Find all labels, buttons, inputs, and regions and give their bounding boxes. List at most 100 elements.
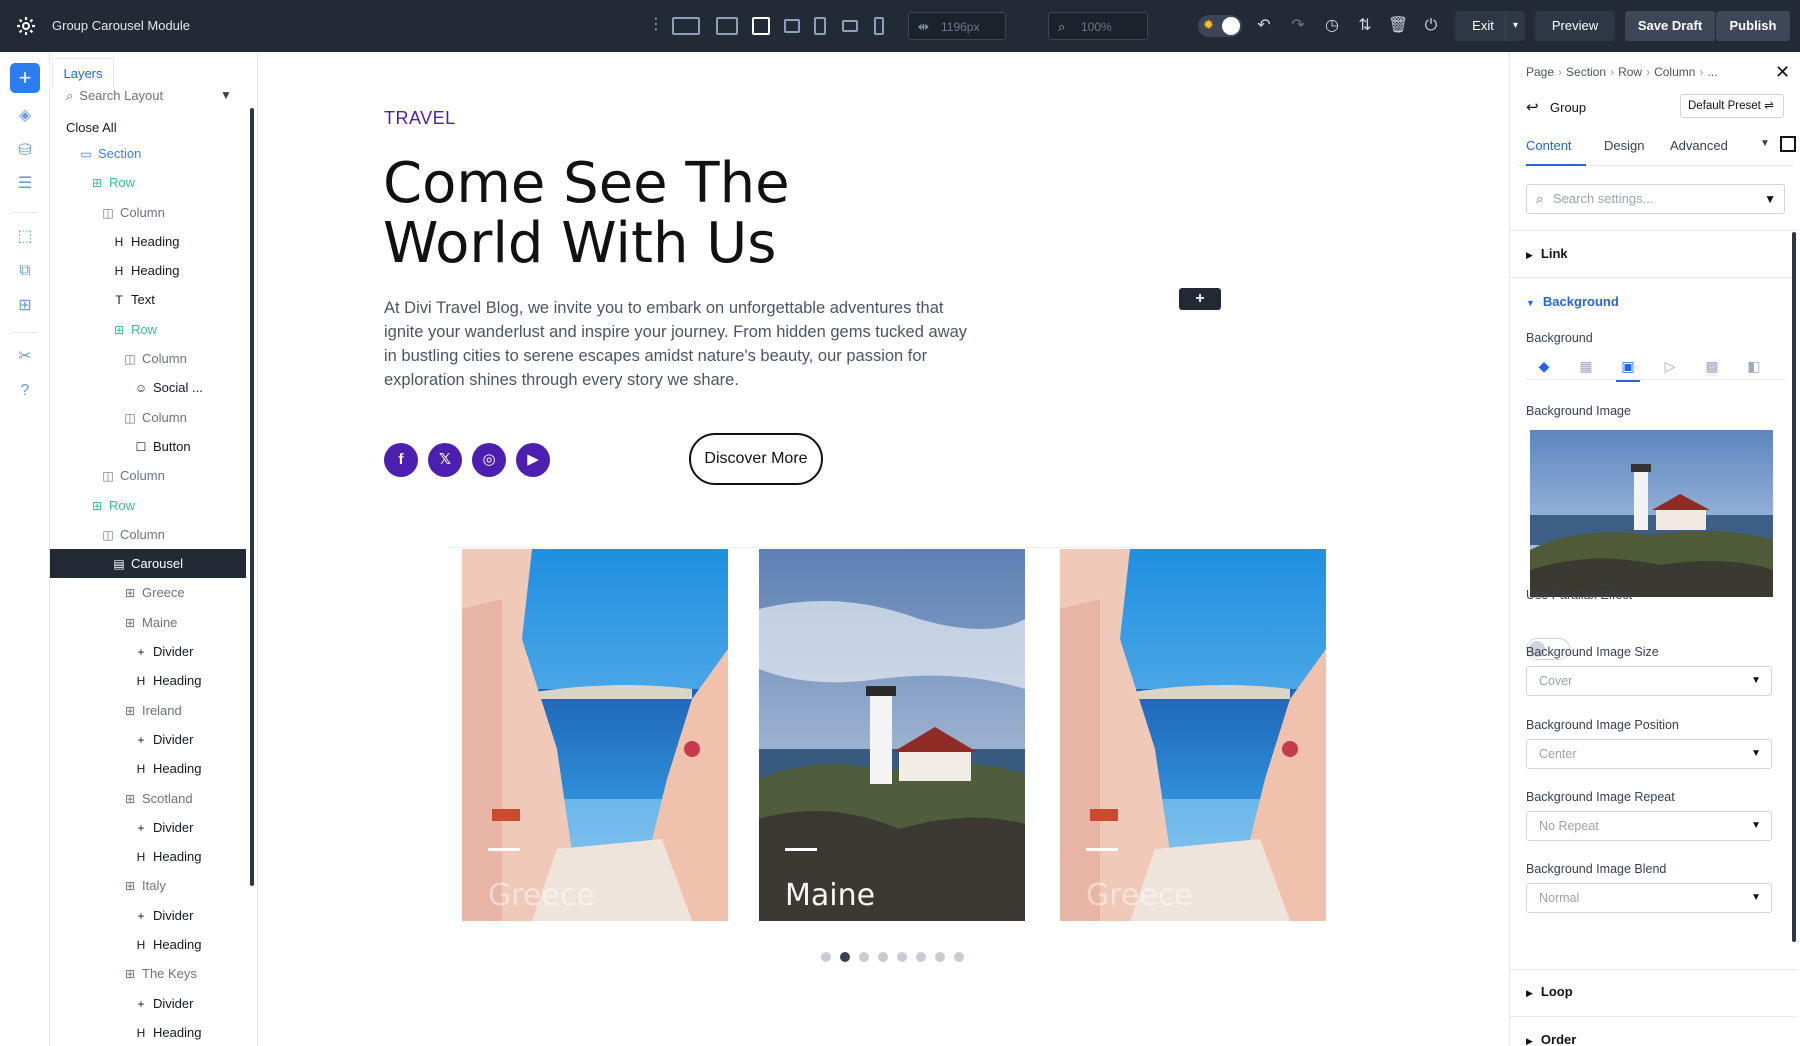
- back-arrow-icon[interactable]: ↩: [1526, 98, 1539, 116]
- exit-button[interactable]: Exit: [1455, 11, 1511, 41]
- mask-icon[interactable]: ◧: [1742, 358, 1766, 376]
- pagination-dot[interactable]: [935, 952, 945, 962]
- layer-item-item[interactable]: ⊞Ireland: [50, 696, 246, 725]
- layer-item-module-divider[interactable]: +Divider: [50, 989, 246, 1018]
- publish-button[interactable]: Publish: [1716, 11, 1790, 41]
- desktop-wide-view-icon[interactable]: [672, 17, 700, 35]
- layer-item-module-heading[interactable]: HHeading: [50, 666, 246, 695]
- preset-dropdown[interactable]: Default Preset ⇌: [1680, 94, 1784, 118]
- tab-advanced[interactable]: Advanced: [1670, 136, 1728, 166]
- expand-panel-icon[interactable]: [1780, 136, 1796, 152]
- phone-portrait-view-icon[interactable]: [874, 17, 884, 35]
- layer-item-item[interactable]: ⊞The Keys: [50, 959, 246, 988]
- power-icon[interactable]: ⏻: [1421, 16, 1441, 36]
- pagination-dot[interactable]: [916, 952, 926, 962]
- layer-item-item[interactable]: ⊞Maine: [50, 608, 246, 637]
- light-dark-toggle[interactable]: ✹: [1198, 15, 1242, 37]
- discover-more-button[interactable]: Discover More: [689, 433, 823, 485]
- intro-text[interactable]: At Divi Travel Blog, we invite you to em…: [384, 296, 974, 392]
- layer-item-row[interactable]: ⊞Row: [50, 168, 246, 197]
- layer-item-section[interactable]: ▭Section: [50, 139, 246, 168]
- layer-item-module-divider[interactable]: +Divider: [50, 813, 246, 842]
- add-module-button[interactable]: +: [1179, 288, 1221, 310]
- breadcrumb-item[interactable]: ...: [1707, 65, 1717, 79]
- undo-icon[interactable]: ↶: [1254, 16, 1274, 36]
- layers-search-input[interactable]: ⌕Search Layout: [66, 88, 163, 104]
- instagram-icon[interactable]: ◎: [472, 443, 506, 477]
- settings-search-input[interactable]: ⌕ Search settings... ▼: [1526, 184, 1785, 214]
- layer-item-module-heading[interactable]: HHeading: [50, 227, 246, 256]
- help-icon[interactable]: ?: [13, 380, 37, 402]
- filter-icon[interactable]: ▼: [1764, 185, 1776, 213]
- paint-bucket-icon[interactable]: ◆: [1532, 358, 1556, 376]
- video-icon[interactable]: ▷: [1658, 358, 1682, 376]
- loop-accordion[interactable]: ▶Loop: [1526, 984, 1573, 999]
- layer-item-item[interactable]: ⊞Scotland: [50, 784, 246, 813]
- tab-content[interactable]: Content: [1526, 136, 1586, 166]
- image-repeat-select[interactable]: No Repeat▼: [1526, 811, 1772, 841]
- more-options-icon[interactable]: ⋮: [648, 16, 664, 34]
- tablet-landscape-view-icon[interactable]: [784, 19, 800, 33]
- layer-item-row[interactable]: ⊞Row: [50, 491, 246, 520]
- tools-icon[interactable]: ✂: [13, 346, 37, 368]
- x-icon[interactable]: 𝕏: [428, 443, 462, 477]
- layer-item-item[interactable]: ⊞Italy: [50, 871, 246, 900]
- add-element-button[interactable]: +: [10, 63, 40, 93]
- find-replace-icon[interactable]: ⊞: [13, 295, 37, 317]
- filter-icon[interactable]: ▼: [220, 88, 232, 102]
- hero-heading[interactable]: Come See The World With Us: [383, 154, 903, 274]
- exit-dropdown-caret-icon[interactable]: ▾: [1505, 11, 1525, 41]
- gradient-icon[interactable]: ▦: [1574, 358, 1598, 376]
- pattern-icon[interactable]: ▩: [1700, 358, 1724, 376]
- settings-scrollbar[interactable]: [1792, 232, 1796, 942]
- laptop-view-icon[interactable]: [752, 17, 770, 35]
- trash-icon[interactable]: 🗑: [1388, 16, 1408, 36]
- zoom-field[interactable]: ⌕ 100%: [1048, 12, 1148, 40]
- facebook-icon[interactable]: f: [384, 443, 418, 477]
- layer-item-column[interactable]: ◫Column: [50, 344, 246, 373]
- database-icon[interactable]: ⛁: [13, 140, 37, 162]
- pagination-dot[interactable]: [821, 952, 831, 962]
- youtube-icon[interactable]: ▶: [516, 443, 550, 477]
- image-icon[interactable]: ▣: [1616, 358, 1640, 382]
- breadcrumb-item[interactable]: Section: [1566, 65, 1606, 79]
- pagination-dot[interactable]: [878, 952, 888, 962]
- layer-item-module-heading[interactable]: HHeading: [50, 754, 246, 783]
- image-position-select[interactable]: Center▼: [1526, 739, 1772, 769]
- close-all-button[interactable]: Close All: [66, 120, 117, 135]
- layer-item-module-button[interactable]: ☐Button: [50, 432, 246, 461]
- redo-icon[interactable]: ↷: [1288, 16, 1308, 36]
- tab-design[interactable]: Design: [1604, 136, 1644, 166]
- close-icon[interactable]: ✕: [1775, 62, 1790, 83]
- eyebrow-heading[interactable]: TRAVEL: [384, 108, 456, 129]
- pagination-dot[interactable]: [840, 952, 850, 962]
- carousel-card[interactable]: Maine: [759, 549, 1025, 921]
- layer-item-module-heading[interactable]: HHeading: [50, 930, 246, 959]
- preview-button[interactable]: Preview: [1535, 11, 1615, 41]
- layer-item-module-divider[interactable]: +Divider: [50, 637, 246, 666]
- layer-item-column[interactable]: ◫Column: [50, 403, 246, 432]
- layers-scrollbar[interactable]: [250, 108, 254, 886]
- history-clock-icon[interactable]: ◷: [1322, 16, 1342, 36]
- layer-item-module-heading[interactable]: HHeading: [50, 842, 246, 871]
- tablet-portrait-view-icon[interactable]: [814, 17, 826, 35]
- desktop-view-icon[interactable]: [716, 17, 738, 35]
- multi-select-icon[interactable]: ⧉: [13, 260, 37, 282]
- layer-item-module-divider[interactable]: +Divider: [50, 901, 246, 930]
- portability-icon[interactable]: ⇅: [1355, 16, 1375, 36]
- pagination-dot[interactable]: [954, 952, 964, 962]
- breadcrumb-item[interactable]: Row: [1618, 65, 1642, 79]
- order-accordion[interactable]: ▶Order: [1526, 1032, 1576, 1046]
- phone-landscape-view-icon[interactable]: [842, 20, 858, 32]
- layer-item-module-social[interactable]: ☺Social ...: [50, 373, 246, 402]
- image-size-select[interactable]: Cover▼: [1526, 666, 1772, 696]
- image-blend-select[interactable]: Normal▼: [1526, 883, 1772, 913]
- page-settings-icon[interactable]: ☰: [13, 173, 37, 195]
- layer-item-column[interactable]: ◫Column: [50, 520, 246, 549]
- layer-item-module-text[interactable]: TText: [50, 285, 246, 314]
- pagination-dot[interactable]: [859, 952, 869, 962]
- carousel-card[interactable]: Greece: [1060, 549, 1326, 921]
- select-element-icon[interactable]: ⬚: [13, 226, 37, 248]
- layer-item-item[interactable]: ⊞Greece: [50, 578, 246, 607]
- breadcrumb-item[interactable]: Page: [1526, 65, 1554, 79]
